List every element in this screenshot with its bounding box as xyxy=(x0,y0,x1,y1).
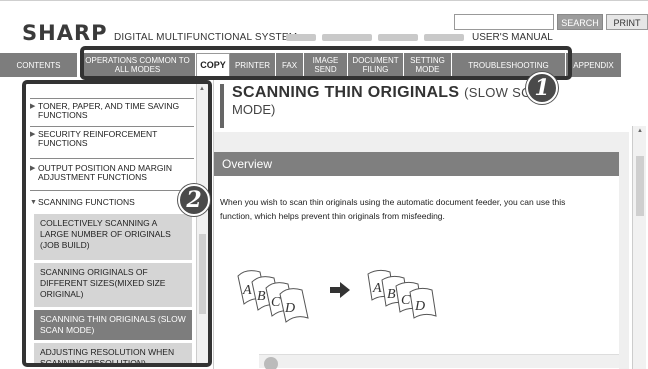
redacted-model-bar xyxy=(322,34,372,41)
scroll-up-icon[interactable]: ▲ xyxy=(199,86,205,92)
page-letter: B xyxy=(387,287,396,302)
print-button[interactable]: PRINT xyxy=(606,14,648,30)
sidebar-item-label: SECURITY REINFORCEMENT FUNCTIONS xyxy=(38,129,158,148)
sidebar-item-output-position[interactable]: ▶ OUTPUT POSITION AND MARGIN ADJUSTMENT … xyxy=(30,164,194,182)
sidebar-scrollbar[interactable]: ▲ xyxy=(196,84,208,363)
scroll-thumb[interactable] xyxy=(199,234,206,314)
page-letter: B xyxy=(257,289,266,304)
redacted-model-bar xyxy=(378,34,418,41)
search-button[interactable]: SEARCH xyxy=(557,14,603,30)
page-title-main: SCANNING THIN ORIGINALS xyxy=(232,84,460,101)
search-input[interactable] xyxy=(454,14,554,30)
sidebar-subitem-slow-scan[interactable]: SCANNING THIN ORIGINALS (SLOW SCAN MODE) xyxy=(34,310,192,340)
sidebar-subitem-resolution[interactable]: ADJUSTING RESOLUTION WHEN SCANNING(RESOL… xyxy=(34,343,192,363)
page-header: SCANNING THIN ORIGINALS (SLOW SC MODE) xyxy=(220,84,639,128)
page-letter: D xyxy=(414,299,425,314)
overview-paragraph: When you wish to scan thin originals usi… xyxy=(220,197,566,221)
original-pages-curled: A B C D xyxy=(237,270,309,323)
page-title-continued: MODE) xyxy=(232,102,276,117)
content-body: Overview When you wish to scan thin orig… xyxy=(214,132,629,369)
redacted-model-bar xyxy=(424,34,464,41)
content-scrollbar[interactable]: ▲ xyxy=(632,126,646,369)
sidebar-subitem-job-build[interactable]: COLLECTIVELY SCANNING A LARGE NUMBER OF … xyxy=(34,214,192,260)
tab-appendix[interactable]: APPENDIX xyxy=(566,53,622,77)
sidebar-item-security[interactable]: ▶ SECURITY REINFORCEMENT FUNCTIONS xyxy=(30,130,194,148)
page-letter: C xyxy=(401,293,411,308)
tab-contents[interactable]: CONTENTS xyxy=(0,53,78,77)
page-title-sub: (SLOW SC xyxy=(464,85,531,100)
sidebar-item-label: SCANNING FUNCTIONS xyxy=(38,197,135,207)
note-icon xyxy=(264,357,278,369)
callout-badge-2: 2 xyxy=(178,184,210,216)
page-title: SCANNING THIN ORIGINALS (SLOW SC xyxy=(232,84,639,102)
chevron-right-icon: ▶ xyxy=(30,103,36,110)
sidebar-item-label: TONER, PAPER, AND TIME SAVING FUNCTIONS xyxy=(38,101,180,120)
sidebar-subitem-mixed-size[interactable]: SCANNING ORIGINALS OF DIFFERENT SIZES(MI… xyxy=(34,263,192,307)
sidebar-list: ▶ TONER, PAPER, AND TIME SAVING FUNCTION… xyxy=(26,84,194,363)
arrow-right-icon xyxy=(330,282,350,298)
thin-originals-illustration: A B C D A B C D xyxy=(237,269,437,323)
chevron-right-icon: ▶ xyxy=(30,165,36,172)
page-letter: A xyxy=(242,283,252,298)
scroll-thumb[interactable] xyxy=(636,156,644,216)
sidebar: ▶ TONER, PAPER, AND TIME SAVING FUNCTION… xyxy=(22,80,212,367)
sidebar-item-label: OUTPUT POSITION AND MARGIN ADJUSTMENT FU… xyxy=(38,163,172,182)
section-heading: Overview xyxy=(214,152,619,176)
manual-title: USER'S MANUAL xyxy=(472,32,553,43)
chevron-down-icon: ▼ xyxy=(30,199,37,206)
original-pages-flat: A B C D xyxy=(367,269,437,319)
chevron-right-icon: ▶ xyxy=(30,131,36,138)
sidebar-item-scanning-functions[interactable]: ▼ SCANNING FUNCTIONS xyxy=(30,198,194,207)
page-letter: D xyxy=(284,301,295,316)
page-letter: C xyxy=(271,295,281,310)
divider xyxy=(30,158,194,159)
divider xyxy=(30,98,194,99)
overview-section: When you wish to scan thin originals usi… xyxy=(214,176,619,369)
header: SHARP DIGITAL MULTIFUNCTIONAL SYSTEM USE… xyxy=(0,0,648,50)
redacted-model-bar xyxy=(286,34,316,41)
note-box xyxy=(259,354,619,369)
tabs-callout-frame xyxy=(80,46,572,80)
scroll-up-icon[interactable]: ▲ xyxy=(637,128,643,134)
brand-logo: SHARP xyxy=(22,21,108,45)
page-letter: A xyxy=(372,281,382,296)
divider xyxy=(30,190,194,191)
main-content: SCANNING THIN ORIGINALS (SLOW SC MODE) O… xyxy=(213,80,648,369)
sidebar-item-toner[interactable]: ▶ TONER, PAPER, AND TIME SAVING FUNCTION… xyxy=(30,102,194,120)
system-title: DIGITAL MULTIFUNCTIONAL SYSTEM xyxy=(114,32,298,43)
callout-badge-1: 1 xyxy=(526,72,558,104)
divider xyxy=(30,126,194,127)
